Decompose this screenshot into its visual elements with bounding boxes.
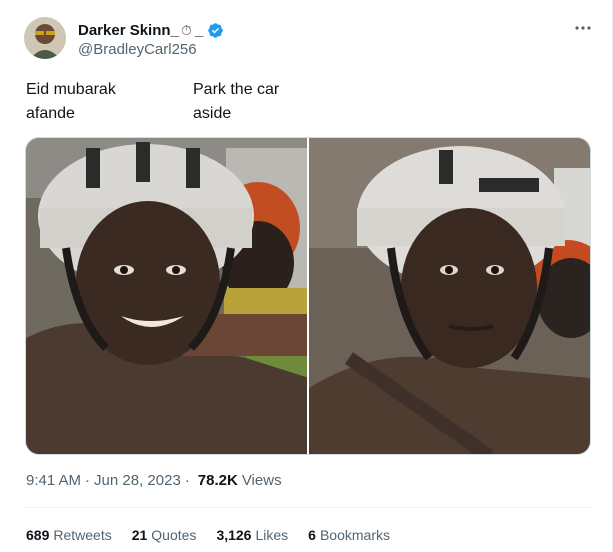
- quotes-stat[interactable]: 21 Quotes: [132, 527, 197, 543]
- more-options-icon[interactable]: [572, 18, 594, 38]
- tweet-caption-left: Eid mubarak afande: [26, 81, 116, 122]
- bookmarks-count: 6: [308, 527, 316, 543]
- photo-right-image: [309, 138, 590, 454]
- avatar-image: [24, 17, 66, 59]
- views-label[interactable]: Views: [242, 472, 282, 489]
- photo-left-image: [26, 138, 307, 454]
- more-dots-icon: [575, 26, 591, 30]
- retweets-stat[interactable]: 689 Retweets: [26, 527, 112, 543]
- tweet-date[interactable]: Jun 28, 2023: [94, 472, 181, 489]
- meta-separator-2: ·: [184, 472, 190, 489]
- tweet-caption-right: Park the car aside: [193, 81, 280, 122]
- views-count[interactable]: 78.2K: [198, 472, 238, 489]
- stopwatch-emoji: ⏱: [180, 21, 192, 38]
- tweet-card: Darker Skinn_ ⏱ _ @BradleyCarl256 Eid mu…: [0, 0, 613, 552]
- author-handle[interactable]: @BradleyCarl256: [78, 41, 197, 58]
- engagement-stats: 689 Retweets 21 Quotes 3,126 Likes 6 Bookmar…: [26, 527, 410, 543]
- author-name-row: Darker Skinn_ ⏱ _: [78, 20, 224, 40]
- bookmarks-stat[interactable]: 6 Bookmarks: [308, 527, 390, 543]
- retweets-label: Retweets: [53, 527, 112, 543]
- divider: [26, 507, 592, 508]
- tweet-media[interactable]: [25, 137, 591, 455]
- verified-badge-icon: [208, 22, 223, 38]
- tweet-meta: 9:41 AM · Jun 28, 2023 · 78.2K Views: [26, 472, 282, 489]
- bookmarks-label: Bookmarks: [319, 527, 390, 543]
- retweets-count: 689: [26, 527, 50, 543]
- quotes-label: Quotes: [151, 527, 197, 543]
- likes-label: Likes: [255, 527, 289, 543]
- photo-right[interactable]: [309, 138, 590, 454]
- tweet-time[interactable]: 9:41 AM: [26, 472, 81, 489]
- author-name-suffix: _: [194, 21, 204, 39]
- author-display-name[interactable]: Darker Skinn_: [78, 22, 179, 39]
- author-avatar[interactable]: [24, 17, 66, 59]
- likes-stat[interactable]: 3,126 Likes: [216, 527, 288, 543]
- quotes-count: 21: [131, 527, 148, 543]
- photo-left[interactable]: [26, 138, 309, 454]
- meta-separator: ·: [85, 472, 91, 489]
- likes-count: 3,126: [216, 527, 252, 543]
